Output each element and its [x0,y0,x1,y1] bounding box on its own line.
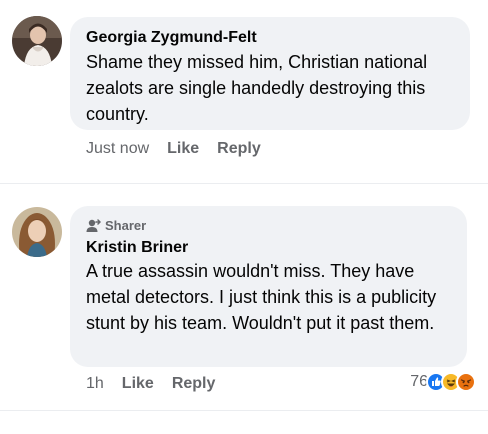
avatar-kristin[interactable] [12,207,62,257]
like-button[interactable]: Like [122,375,154,392]
comment-author[interactable]: Kristin Briner [86,238,188,258]
comment-author[interactable]: Georgia Zygmund-Felt [86,28,257,48]
sharer-badge: Sharer [86,218,146,234]
comment-text: A true assassin wouldn't miss. They have… [86,261,437,333]
comment-actions: 1h Like Reply [86,374,215,394]
reply-button[interactable]: Reply [172,375,216,392]
comment-timestamp[interactable]: 1h [86,375,104,392]
comment-timestamp[interactable]: Just now [86,140,149,157]
sharer-icon [86,219,101,232]
comment-text: Shame they missed him, Christian nationa… [86,52,428,124]
reply-button[interactable]: Reply [217,140,261,157]
reaction-summary[interactable]: 76 [410,371,476,393]
divider [0,410,488,411]
comment-georgia: Georgia Zygmund-Felt Shame they missed h… [0,0,488,180]
comment-kristin: Sharer Kristin Briner A true assassin wo… [0,185,488,434]
sharer-label: Sharer [105,218,147,233]
like-button[interactable]: Like [167,140,199,157]
comment-actions: Just now Like Reply [86,139,261,159]
angry-icon [456,372,476,392]
divider [0,183,488,184]
avatar-georgia[interactable] [12,16,62,66]
